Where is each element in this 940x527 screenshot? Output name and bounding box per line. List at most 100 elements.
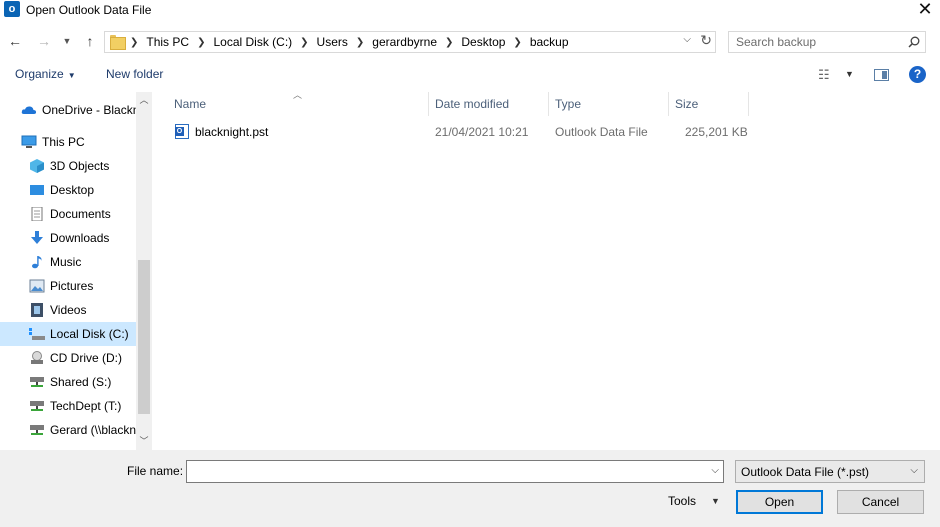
breadcrumb-local-disk[interactable]: Local Disk (C:) (213, 35, 292, 49)
chevron-down-icon[interactable]: ⌵ (711, 465, 719, 476)
nav-item-label: Local Disk (C:) (50, 327, 129, 341)
file-type-select[interactable]: Outlook Data File (*.pst) ⌵ (735, 460, 925, 483)
chevron-right-icon[interactable]: ❯ (130, 37, 138, 48)
nav-item-label: Music (50, 255, 82, 269)
file-size: 225,201 KB (685, 125, 748, 139)
file-type: Outlook Data File (555, 125, 648, 139)
nav-scrollbar[interactable]: ︿ ﹀ (136, 92, 152, 450)
scroll-up-icon[interactable]: ︿ (136, 92, 152, 109)
nav-item-techdept[interactable]: TechDept (T:) (0, 394, 136, 418)
breadcrumb-users[interactable]: Users (317, 35, 348, 49)
nav-item-desktop[interactable]: Desktop (0, 178, 136, 202)
nav-item-shared[interactable]: Shared (S:) (0, 370, 136, 394)
chevron-right-icon[interactable]: ❯ (300, 37, 308, 48)
chevron-right-icon[interactable]: ❯ (197, 37, 205, 48)
nav-item-local-disk[interactable]: Local Disk (C:) (0, 322, 136, 346)
change-view-icon[interactable]: ☷ (818, 67, 830, 83)
close-button[interactable]: ✕ (914, 0, 936, 20)
network-drive-icon (30, 377, 44, 387)
nav-item-3d-objects[interactable]: 3D Objects (0, 154, 136, 178)
file-list: ︿ Name Date modified Type Size blacknigh… (154, 90, 940, 450)
documents-icon (31, 207, 43, 221)
nav-item-gerard[interactable]: Gerard (\\blackn (0, 418, 136, 442)
nav-item-music[interactable]: Music (0, 250, 136, 274)
scroll-down-icon[interactable]: ﹀ (136, 433, 152, 450)
column-header-type[interactable]: Type (549, 92, 668, 116)
column-header-date-modified[interactable]: Date modified (429, 92, 548, 116)
recent-locations-button[interactable]: ▼ (60, 30, 74, 52)
file-row[interactable]: blacknight.pst 21/04/2021 10:21 Outlook … (168, 120, 748, 142)
nav-item-label: This PC (42, 135, 85, 149)
dialog-footer: File name: ⌵ Outlook Data File (*.pst) ⌵… (0, 450, 940, 527)
nav-item-label: Videos (50, 303, 87, 317)
outlook-icon: o (4, 1, 20, 17)
downloads-icon (31, 231, 43, 244)
videos-icon (31, 303, 43, 317)
nav-item-pictures[interactable]: Pictures (0, 274, 136, 298)
column-divider[interactable] (748, 92, 749, 116)
scrollbar-thumb[interactable] (138, 260, 150, 414)
breadcrumb-gerardbyrne[interactable]: gerardbyrne (372, 35, 437, 49)
cd-drive-icon (31, 351, 43, 364)
view-options-caret-icon[interactable]: ▼ (845, 69, 854, 79)
onedrive-icon (21, 106, 37, 114)
open-button[interactable]: Open (736, 490, 823, 514)
file-name: blacknight.pst (195, 125, 269, 139)
help-icon[interactable]: ? (909, 66, 926, 83)
organize-button[interactable]: Organize ▼ (15, 67, 76, 81)
back-button[interactable]: ← (5, 30, 25, 52)
chevron-right-icon[interactable]: ❯ (513, 37, 521, 48)
column-label: Type (555, 97, 582, 111)
preview-pane-icon[interactable] (874, 69, 889, 81)
title-bar: o Open Outlook Data File ✕ (0, 0, 940, 22)
column-header-name[interactable]: Name (168, 92, 428, 116)
search-input[interactable]: Search backup (736, 35, 816, 49)
nav-item-onedrive[interactable]: OneDrive - Blackn (0, 98, 136, 122)
3d-objects-icon (30, 159, 44, 173)
forward-button[interactable]: → (34, 30, 54, 52)
search-icon (908, 36, 920, 48)
nav-item-this-pc[interactable]: This PC (0, 130, 136, 154)
search-box[interactable]: Search backup (728, 31, 926, 53)
column-label: Size (675, 97, 699, 111)
command-bar: Organize ▼ New folder ☷ ▼ ? (0, 62, 940, 88)
file-name-label: File name: (127, 464, 184, 478)
nav-item-cd-drive[interactable]: CD Drive (D:) (0, 346, 136, 370)
nav-item-label: OneDrive - Blackn (42, 103, 136, 117)
up-button[interactable]: ↑ (80, 30, 100, 52)
file-date-modified: 21/04/2021 10:21 (435, 125, 529, 139)
breadcrumb-this-pc[interactable]: This PC (146, 35, 189, 49)
address-dropdown-icon[interactable]: ⌵ (683, 34, 691, 45)
pst-file-icon (175, 124, 189, 139)
desktop-icon (30, 185, 44, 195)
nav-item-label: Gerard (\\blackn (50, 423, 136, 437)
local-disk-icon (29, 328, 45, 340)
breadcrumb-desktop[interactable]: Desktop (461, 35, 505, 49)
nav-item-downloads[interactable]: Downloads (0, 226, 136, 250)
column-header-size[interactable]: Size (669, 92, 748, 116)
nav-item-label: Documents (50, 207, 111, 221)
organize-label: Organize (15, 67, 64, 81)
pictures-icon (29, 279, 45, 293)
chevron-right-icon[interactable]: ❯ (445, 37, 453, 48)
caret-down-icon[interactable]: ▼ (711, 496, 720, 506)
network-drive-icon (30, 401, 44, 411)
nav-item-videos[interactable]: Videos (0, 298, 136, 322)
nav-item-label: 3D Objects (50, 159, 110, 173)
tools-button[interactable]: Tools (668, 494, 696, 508)
refresh-icon[interactable]: ↻ (700, 32, 712, 49)
breadcrumb-backup[interactable]: backup (530, 35, 569, 49)
address-row: ← → ▼ ↑ ❯ This PC ❯ Local Disk (C:) ❯ Us… (0, 28, 940, 56)
column-label: Name (174, 97, 207, 111)
nav-item-label: Downloads (50, 231, 110, 245)
file-name-field[interactable]: ⌵ (186, 460, 724, 483)
nav-item-label: CD Drive (D:) (50, 351, 122, 365)
chevron-down-icon: ⌵ (910, 465, 918, 476)
address-bar[interactable]: ❯ This PC ❯ Local Disk (C:) ❯ Users ❯ ge… (104, 31, 716, 53)
new-folder-button[interactable]: New folder (106, 67, 163, 81)
caret-down-icon: ▼ (67, 71, 76, 80)
window-title: Open Outlook Data File (26, 3, 152, 17)
nav-item-documents[interactable]: Documents (0, 202, 136, 226)
cancel-button[interactable]: Cancel (837, 490, 924, 514)
chevron-right-icon[interactable]: ❯ (356, 37, 364, 48)
